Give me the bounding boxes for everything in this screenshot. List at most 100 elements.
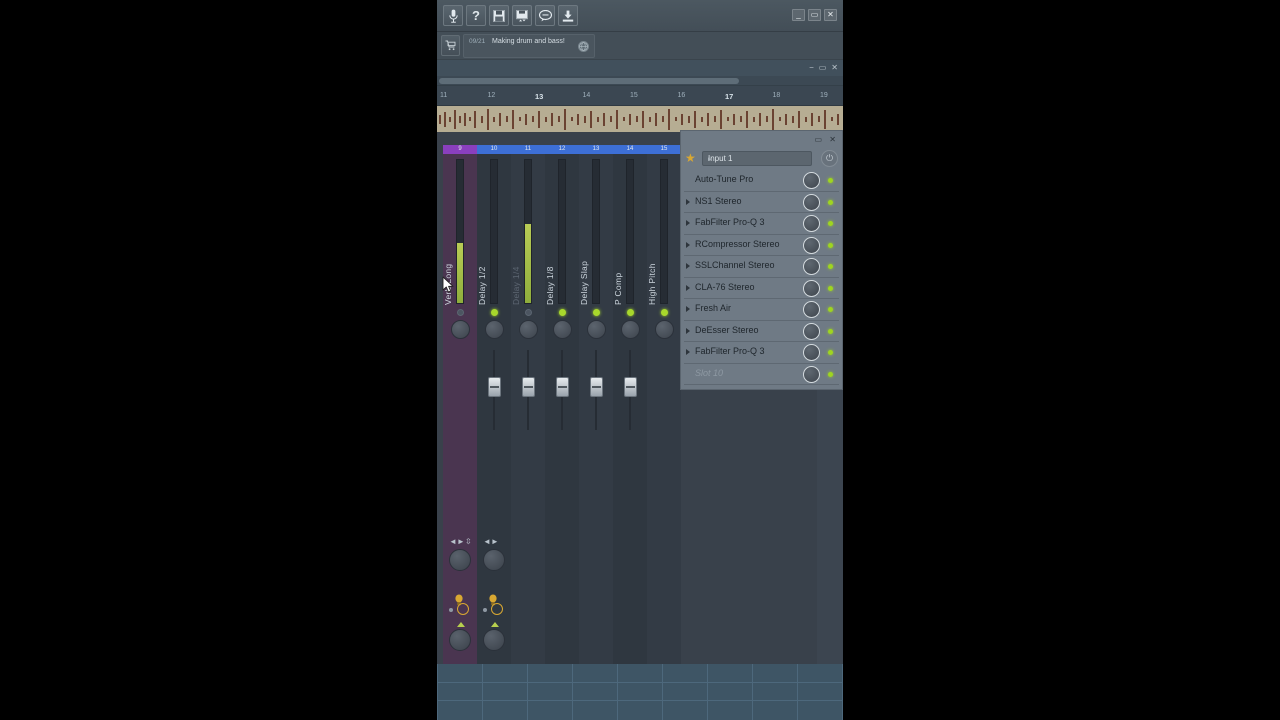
chevron-right-icon[interactable] — [686, 327, 690, 334]
chevron-right-icon[interactable] — [686, 198, 690, 205]
plugin-mix-knob[interactable] — [803, 258, 820, 275]
export-icon[interactable] — [558, 5, 578, 26]
channel-mute-led[interactable] — [525, 309, 532, 316]
maximize-button[interactable]: ▭ — [808, 9, 821, 21]
channel-pan-knob[interactable] — [451, 320, 470, 339]
plugin-mix-knob[interactable] — [803, 322, 820, 340]
plugin-slot[interactable]: SSLChannel Stereo — [681, 256, 842, 278]
project-card[interactable]: 09/21 Making drum and bass! — [463, 34, 595, 58]
chevron-right-icon[interactable] — [686, 263, 690, 269]
channel-send-knob[interactable] — [483, 629, 505, 651]
playlist-close-button[interactable]: ✕ — [831, 63, 838, 72]
plugin-slot[interactable]: RCompressor Stereo — [681, 235, 842, 256]
channel-pan-knob[interactable] — [621, 320, 640, 339]
cart-icon[interactable] — [441, 35, 460, 56]
channel-volume-fader[interactable] — [624, 377, 637, 397]
save-icon[interactable] — [489, 5, 509, 26]
scrollbar-thumb[interactable] — [439, 78, 739, 84]
plugin-mix-knob[interactable] — [803, 236, 820, 254]
chevron-right-icon[interactable] — [686, 349, 690, 355]
channel-stereo-knob[interactable] — [483, 549, 505, 571]
plugin-mix-knob[interactable] — [803, 279, 820, 297]
star-icon[interactable]: ★ — [685, 152, 698, 165]
playlist-scrollbar[interactable] — [437, 76, 843, 86]
channel-mute-led[interactable] — [491, 309, 498, 316]
routing-dot[interactable] — [483, 608, 487, 612]
plugin-mix-knob[interactable] — [803, 193, 820, 211]
chevron-right-icon[interactable] — [686, 306, 690, 312]
plugin-enable-led[interactable] — [828, 242, 833, 248]
plugin-enable-led[interactable] — [828, 371, 833, 377]
comment-icon[interactable] — [535, 5, 555, 26]
swap-channels-icon[interactable]: ⇳ — [465, 537, 472, 546]
playlist-maximize-button[interactable]: ▭ — [819, 63, 827, 72]
mixer-channel-strip[interactable]: 15 High Pitch — [647, 145, 681, 664]
plugin-slot[interactable]: NS1 Stereo — [681, 192, 842, 213]
plugin-enable-led[interactable] — [828, 328, 833, 334]
channel-mute-led[interactable] — [559, 309, 566, 316]
channel-mute-led[interactable] — [457, 309, 464, 316]
channel-mute-led[interactable] — [627, 309, 634, 316]
channel-pan-knob[interactable] — [655, 320, 674, 339]
plugin-mix-knob[interactable] — [803, 301, 820, 318]
save-as-icon[interactable] — [512, 5, 532, 26]
plugin-mix-knob[interactable] — [803, 215, 820, 232]
channel-mute-led[interactable] — [593, 309, 600, 316]
plugin-slot[interactable]: CLA-76 Stereo — [681, 278, 842, 299]
mixer-channel-strip[interactable]: 10 Delay 1/2 ◄► — [477, 145, 511, 664]
plugin-slot[interactable]: FabFilter Pro-Q 3 — [681, 342, 842, 364]
channel-volume-fader[interactable] — [522, 377, 535, 397]
channel-pan-knob[interactable] — [587, 320, 606, 339]
mixer-channel-strip[interactable]: 13 Delay Slap — [579, 145, 613, 664]
record-arm-icon[interactable] — [491, 603, 503, 615]
plugin-enable-led[interactable] — [828, 350, 833, 355]
power-icon[interactable]: ⏻ — [821, 150, 838, 167]
bottom-playlist-grid[interactable] — [437, 664, 843, 720]
plugin-slot[interactable]: Slot 10 — [681, 364, 842, 385]
plugin-enable-led[interactable] — [828, 199, 833, 205]
channel-send-knob[interactable] — [449, 629, 471, 651]
plugin-slot[interactable]: DeEsser Stereo — [681, 321, 842, 342]
globe-icon[interactable] — [578, 41, 589, 52]
plugin-mix-knob[interactable] — [803, 172, 820, 189]
plugin-enable-led[interactable] — [828, 178, 833, 183]
chevron-right-icon[interactable] — [686, 241, 690, 248]
record-arm-icon[interactable] — [457, 603, 469, 615]
input-select[interactable]: Input 1 ▸ — [702, 151, 812, 166]
channel-pan-knob[interactable] — [519, 320, 538, 339]
playlist-audio-clip[interactable] — [437, 106, 843, 132]
rack-maximize-button[interactable]: ▭ — [814, 135, 822, 144]
channel-mute-led[interactable] — [661, 309, 668, 316]
stereo-separation-icon[interactable]: ◄► — [483, 537, 499, 546]
channel-volume-fader[interactable] — [556, 377, 569, 397]
plugin-slot[interactable]: Fresh Air — [681, 299, 842, 321]
channel-stereo-knob[interactable] — [449, 549, 471, 571]
plugin-enable-led[interactable] — [828, 307, 833, 312]
plugin-slot[interactable]: Auto-Tune Pro — [681, 170, 842, 192]
routing-dot[interactable] — [449, 608, 453, 612]
stereo-separation-icon[interactable]: ◄► — [449, 537, 465, 546]
rack-close-button[interactable]: ✕ — [829, 135, 836, 144]
plugin-mix-knob[interactable] — [803, 344, 820, 361]
channel-volume-fader[interactable] — [590, 377, 603, 397]
mixer-channel-strip[interactable]: 12 Delay 1/8 — [545, 145, 579, 664]
mixer-channel-strip[interactable]: 14 P Comp — [613, 145, 647, 664]
chevron-right-icon[interactable] — [686, 284, 690, 291]
minimize-button[interactable]: _ — [792, 9, 805, 21]
mixer-channel-strip[interactable]: 11 Delay 1/4 — [511, 145, 545, 664]
chevron-right-icon[interactable] — [686, 220, 690, 226]
playlist-ruler[interactable]: 11 12 13 14 15 16 17 18 19 — [437, 86, 843, 106]
close-button[interactable]: ✕ — [824, 9, 837, 21]
mixer-channel-strip[interactable]: 9 Verb Long ◄► ⇳ — [443, 145, 477, 664]
plugin-enable-led[interactable] — [828, 264, 833, 269]
playlist-minimize-button[interactable]: − — [809, 63, 814, 72]
plugin-enable-led[interactable] — [828, 221, 833, 226]
help-icon[interactable]: ? — [466, 5, 486, 26]
plugin-mix-knob[interactable] — [803, 365, 820, 383]
plugin-slot[interactable]: FabFilter Pro-Q 3 — [681, 213, 842, 235]
microphone-icon[interactable] — [443, 5, 463, 26]
plugin-enable-led[interactable] — [828, 285, 833, 291]
channel-volume-fader[interactable] — [488, 377, 501, 397]
channel-pan-knob[interactable] — [553, 320, 572, 339]
channel-pan-knob[interactable] — [485, 320, 504, 339]
